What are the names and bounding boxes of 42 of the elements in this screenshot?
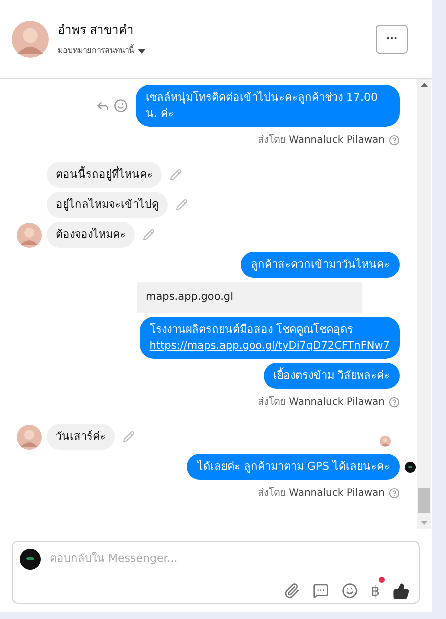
incoming-message: ตอนนี้รถอยู่ที่ไหนคะ (47, 162, 162, 188)
attach-icon[interactable] (284, 583, 300, 599)
avatar-icon (380, 436, 391, 447)
avatar-icon (17, 424, 42, 450)
help-icon[interactable] (389, 135, 400, 146)
assign-dropdown[interactable]: มอบหมายการสนทนานี้ (58, 45, 146, 57)
contact-name: อำพร สาขาคำ (58, 22, 135, 39)
edit-icon[interactable] (176, 199, 188, 211)
scroll-down-icon[interactable] (420, 521, 428, 525)
page-avatar-icon (405, 462, 416, 472)
outgoing-message: เยื้องตรงข้าม วิสัยพละค่ะ (264, 363, 400, 389)
edit-icon[interactable] (143, 229, 155, 241)
emoji-icon[interactable] (114, 99, 128, 113)
edit-icon[interactable] (170, 169, 182, 181)
message-link[interactable]: https://maps.app.goo.gl/tyDi7qD72CFTnFNw7 (150, 338, 390, 354)
more-button[interactable]: ··· (376, 24, 408, 54)
scroll-thumb[interactable] (418, 488, 430, 513)
sent-by-note: ส่งโดย Wannaluck Pilawan (258, 486, 385, 501)
scrollbar[interactable] (417, 79, 431, 529)
reply-field[interactable]: ตอบกลับใน Messenger... (50, 551, 412, 568)
link-preview[interactable]: maps.app.goo.gl (137, 282, 362, 313)
page-avatar-icon (20, 549, 41, 570)
help-icon[interactable] (389, 488, 400, 499)
emoji-icon[interactable] (342, 583, 358, 599)
sent-by-note: ส่งโดย Wannaluck Pilawan (258, 133, 385, 148)
sent-by-note: ส่งโดย Wannaluck Pilawan (258, 395, 385, 410)
outgoing-message: ลูกค้าสะดวกเข้ามาวันไหนคะ (241, 252, 400, 278)
chat-bubble-icon[interactable] (313, 583, 330, 599)
avatar-icon (12, 20, 49, 58)
outgoing-message: โรงงานผลิตรถยนต์มือสอง โชคคูณโชคอุดร https://maps.app.goo.gl/tyDi7qD72CFTnFNw7 (140, 317, 400, 359)
help-icon[interactable] (389, 397, 400, 408)
caret-icon (138, 48, 146, 54)
like-icon[interactable] (393, 582, 410, 600)
edit-icon[interactable] (123, 431, 135, 443)
incoming-message: อยู่ไกลไหมจะเข้าไปดู (47, 192, 168, 218)
scroll-up-icon[interactable] (420, 83, 428, 87)
payment-button[interactable]: ฿ (371, 583, 380, 601)
incoming-message: วันเสาร์ค่ะ (47, 424, 115, 450)
outgoing-message: ได้เลยค่ะ ลูกค้ามาตาม GPS ได้เลยนะคะ (187, 454, 400, 480)
avatar-icon (17, 222, 42, 248)
incoming-message: ต้องจองไหมคะ (47, 222, 135, 248)
outgoing-message: เซลล์หนุ่มโทรติดต่อเข้าไปนะคะลูกค้าช่วง 17.00 น. ค่ะ (136, 85, 400, 127)
